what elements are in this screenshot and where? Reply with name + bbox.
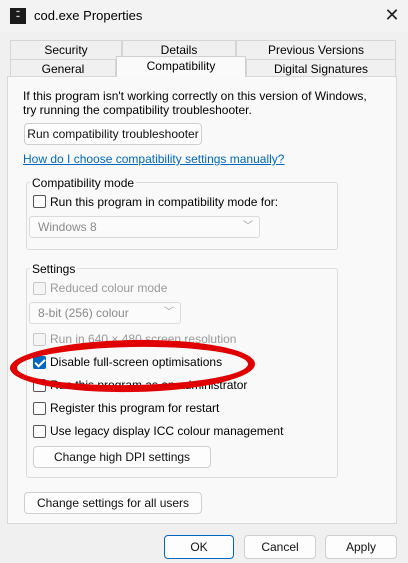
- run-as-admin-checkbox[interactable]: [33, 379, 46, 392]
- run-as-admin-label: Run this program as an administrator: [50, 378, 248, 392]
- compat-os-value: Windows 8: [38, 220, 97, 234]
- legacy-icc-label: Use legacy display ICC colour management: [50, 424, 284, 438]
- manual-settings-link[interactable]: How do I choose compatibility settings m…: [23, 152, 284, 166]
- register-restart-checkbox[interactable]: [33, 402, 46, 415]
- resolution-checkbox[interactable]: [33, 333, 46, 346]
- compat-mode-label: Run this program in compatibility mode f…: [50, 195, 279, 209]
- legacy-icc-checkbox[interactable]: [33, 425, 46, 438]
- compat-mode-checkbox[interactable]: [33, 195, 46, 208]
- reduced-colour-checkbox[interactable]: [33, 282, 46, 295]
- apply-button[interactable]: Apply: [325, 535, 397, 559]
- tab-previous-versions[interactable]: Previous Versions: [236, 40, 396, 59]
- colour-depth-value: 8-bit (256) colour: [38, 306, 129, 320]
- compat-os-select[interactable]: Windows 8 ﹀: [29, 216, 260, 238]
- resolution-label: Run in 640 × 480 screen resolution: [50, 332, 237, 346]
- settings-heading: Settings: [30, 262, 78, 276]
- close-icon[interactable]: ✕: [380, 3, 404, 27]
- intro-line-1: If this program isn't working correctly …: [23, 89, 367, 103]
- ok-button[interactable]: OK: [164, 535, 234, 559]
- chevron-down-icon: ﹀: [243, 221, 253, 232]
- window-title: cod.exe Properties: [34, 8, 143, 23]
- change-dpi-button[interactable]: Change high DPI settings: [33, 446, 211, 468]
- fullscreen-optimisations-label: Disable full-screen optimisations: [50, 355, 223, 369]
- change-all-users-button[interactable]: Change settings for all users: [24, 492, 202, 514]
- register-restart-label: Register this program for restart: [50, 401, 220, 415]
- colour-depth-select[interactable]: 8-bit (256) colour ﹀: [29, 302, 181, 324]
- run-troubleshooter-button[interactable]: Run compatibility troubleshooter: [24, 123, 202, 145]
- chevron-down-icon: ﹀: [164, 307, 174, 318]
- intro-line-2: try running the compatibility troublesho…: [23, 103, 252, 117]
- fullscreen-optimisations-checkbox[interactable]: [33, 356, 46, 369]
- reduced-colour-label: Reduced colour mode: [50, 281, 168, 295]
- cancel-button[interactable]: Cancel: [244, 535, 316, 559]
- tab-compatibility[interactable]: Compatibility: [116, 56, 246, 77]
- app-icon: ▪▪ ▪▪: [10, 8, 26, 24]
- compatibility-mode-heading: Compatibility mode: [30, 176, 137, 190]
- tab-security[interactable]: Security: [10, 40, 122, 59]
